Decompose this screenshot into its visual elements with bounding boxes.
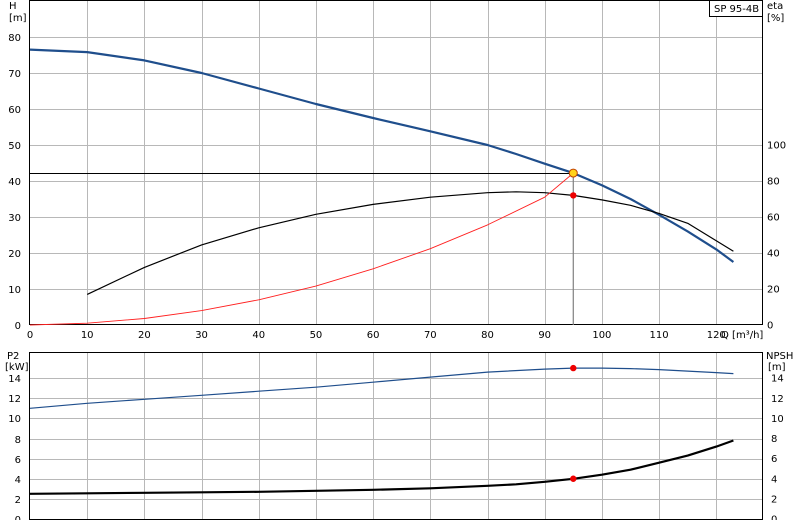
bottom-left-axis-unit: [kW] [5, 362, 29, 373]
bottom-right-tick-label: 14 [771, 374, 784, 385]
x-tick-label: 20 [138, 330, 151, 341]
x-tick-label: 0 [27, 330, 33, 341]
x-tick-label: 70 [424, 330, 437, 341]
bottom-left-tick-label: 8 [15, 435, 21, 446]
top-right-tick-label: 100 [767, 141, 786, 152]
top-left-axis-label: H [9, 1, 17, 12]
bottom-panel-frame [29, 352, 763, 520]
top-left-tick-label: 80 [8, 33, 21, 44]
bottom-right-tick-label: 4 [771, 474, 777, 485]
bottom-right-tick-label: 2 [771, 494, 777, 505]
x-tick-label: 50 [310, 330, 323, 341]
top-right-tick-label: 60 [767, 213, 780, 224]
x-tick-label: 100 [592, 330, 611, 341]
bottom-right-tick-label: 0 [771, 515, 777, 520]
top-left-tick-label: 30 [8, 213, 21, 224]
top-right-axis-label: eta [767, 1, 783, 12]
top-right-tick-label: 0 [767, 321, 773, 332]
top-right-tick-label: 40 [767, 249, 780, 260]
bottom-left-tick-label: 6 [15, 455, 21, 466]
bottom-panel-grid [30, 353, 762, 519]
x-tick-label: 110 [650, 330, 669, 341]
operating-point-lines [30, 173, 574, 325]
npsh-curve [29, 439, 734, 495]
top-right-tick-label: 80 [767, 177, 780, 188]
top-left-tick-label: 10 [8, 285, 21, 296]
top-left-tick-label: 40 [8, 177, 21, 188]
top-right-tick-label: 20 [767, 285, 780, 296]
x-tick-label: 90 [538, 330, 551, 341]
bottom-left-tick-label: 10 [8, 414, 21, 425]
x-tick-label: 80 [481, 330, 494, 341]
bottom-right-tick-label: 8 [771, 434, 777, 445]
system-curve [29, 172, 574, 326]
top-panel-grid [30, 1, 762, 325]
top-left-tick-label: 50 [8, 141, 21, 152]
x-tick-label: 60 [367, 330, 380, 341]
x-tick-label: 10 [81, 330, 94, 341]
bottom-right-axis-label: NPSH [766, 351, 793, 362]
power-p2-curve [29, 367, 734, 409]
efficiency-point-marker [570, 192, 577, 199]
npsh-point-marker [570, 475, 577, 482]
x-tick-label: 40 [252, 330, 265, 341]
bottom-right-tick-label: 10 [771, 414, 784, 425]
bottom-left-axis-label: P2 [7, 351, 19, 362]
top-right-axis-unit: [%] [767, 13, 784, 24]
pump-performance-chart: 0 10 20 30 40 50 60 70 80 90 100 110 120010203040506… [5, 0, 793, 520]
bottom-left-tick-label: 0 [15, 515, 21, 520]
top-left-tick-label: 70 [8, 69, 21, 80]
bottom-left-tick-label: 12 [8, 394, 21, 405]
head-curve [29, 48, 735, 263]
curves [29, 48, 735, 495]
efficiency-curve [86, 191, 734, 295]
bottom-right-axis-unit: [m] [768, 362, 786, 373]
bottom-right-tick-label: 6 [771, 454, 777, 465]
top-left-tick-label: 60 [8, 105, 21, 116]
power-point-marker [570, 364, 577, 372]
top-left-axis-unit: [m] [9, 13, 27, 24]
bottom-left-tick-label: 4 [15, 475, 21, 486]
top-left-tick-label: 20 [8, 249, 21, 260]
bottom-left-tick-label: 2 [15, 495, 21, 506]
x-tick-label: 30 [195, 330, 208, 341]
top-panel-frame [29, 0, 763, 325]
model-label: SP 95-4B [714, 4, 759, 15]
bottom-right-tick-label: 12 [771, 394, 784, 405]
x-axis-label: Q [m³/h] [721, 330, 763, 341]
bottom-left-tick-label: 14 [8, 374, 21, 385]
duty-point-marker [568, 168, 578, 178]
top-left-tick-label: 0 [15, 321, 21, 332]
